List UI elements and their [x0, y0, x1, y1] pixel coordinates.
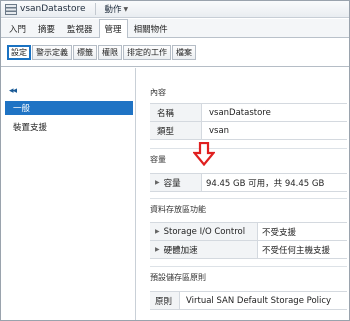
policy-value: Virtual SAN Default Storage Policy: [186, 295, 332, 306]
title-bar: vsanDatastore 動作 ▼: [1, 1, 349, 18]
capacity-label: 容量: [163, 178, 181, 189]
section-title-properties: 內容: [150, 88, 166, 97]
property-label: 類型: [150, 122, 202, 139]
property-value: vsanDatastore: [209, 107, 271, 118]
section-divider: [150, 266, 347, 267]
subtab-settings[interactable]: 設定: [7, 45, 31, 60]
chevron-down-icon: ▼: [123, 5, 129, 13]
expand-triangle-icon[interactable]: ▶: [155, 228, 160, 235]
main-tabs: 入門 摘要 監視器 管理 相關物件: [1, 19, 349, 38]
datastore-icon: [5, 3, 17, 15]
nav-item-general[interactable]: 一般: [5, 101, 133, 115]
policy-label: 原則: [150, 292, 180, 309]
capacity-row-label-cell: ▶ 容量: [150, 174, 202, 191]
section-title-default-policy: 預設儲存區原則: [150, 273, 206, 282]
tab-monitor[interactable]: 監視器: [61, 19, 99, 37]
settings-nav: ◂◂ 一般 裝置支援: [1, 68, 136, 320]
property-value: vsan: [209, 125, 230, 136]
capabilities-grid: ▶ Storage I/O Control 不受支援 ▶ 硬體加速 不受任何主機…: [150, 222, 347, 259]
down-arrow-icon: [193, 142, 215, 166]
tab-related-objects[interactable]: 相關物件: [128, 19, 174, 37]
capability-label: Storage I/O Control: [163, 226, 246, 237]
capability-label-cell: ▶ 硬體加速: [150, 241, 258, 258]
properties-grid: 名稱 vsanDatastore 類型 vsan: [150, 103, 347, 140]
actions-menu-button[interactable]: 動作 ▼: [105, 3, 129, 15]
capability-value: 不受支援: [262, 227, 297, 238]
section-divider: [150, 198, 347, 199]
capacity-value: 94.45 GB 可用，共 94.45 GB: [206, 178, 325, 189]
expand-triangle-icon[interactable]: ▶: [155, 179, 160, 186]
sub-tabs: 設定 警示定義 標籤 權限 排定的工作 檔案: [1, 39, 349, 67]
property-row-name: 名稱 vsanDatastore: [150, 104, 347, 122]
section-title-datastore-capabilities: 資料存放區功能: [150, 205, 206, 214]
expand-triangle-icon[interactable]: ▶: [155, 246, 160, 253]
subtab-alarm-definitions[interactable]: 警示定義: [32, 45, 72, 60]
capacity-row[interactable]: ▶ 容量 94.45 GB 可用，共 94.45 GB: [150, 174, 347, 192]
capability-label: 硬體加速: [163, 245, 198, 256]
nav-item-device-backing[interactable]: 裝置支援: [5, 120, 133, 134]
settings-content: 內容 名稱 vsanDatastore 類型 vsan 容量 ▶ 容量 94.4…: [137, 68, 349, 320]
policy-row: 原則 Virtual SAN Default Storage Policy: [150, 292, 347, 310]
collapse-panel-icon[interactable]: ◂◂: [9, 86, 17, 96]
property-row-type: 類型 vsan: [150, 122, 347, 140]
property-label: 名稱: [150, 104, 202, 121]
policy-grid: 原則 Virtual SAN Default Storage Policy: [150, 291, 347, 310]
window-title: vsanDatastore: [20, 4, 86, 14]
section-divider: [150, 148, 347, 149]
capability-label-cell: ▶ Storage I/O Control: [150, 223, 258, 240]
subtab-files[interactable]: 檔案: [172, 45, 196, 60]
subtab-permissions[interactable]: 權限: [98, 45, 122, 60]
actions-menu-label: 動作: [104, 5, 122, 15]
tab-manage[interactable]: 管理: [98, 19, 128, 38]
tab-getting-started[interactable]: 入門: [3, 19, 32, 37]
capability-row-hw-accel[interactable]: ▶ 硬體加速 不受任何主機支援: [150, 241, 347, 259]
title-separator: [94, 3, 96, 15]
capability-row-sioc[interactable]: ▶ Storage I/O Control 不受支援: [150, 223, 347, 241]
subtab-tags[interactable]: 標籤: [73, 45, 97, 60]
capability-value: 不受任何主機支援: [262, 245, 331, 256]
section-title-capacity: 容量: [150, 155, 166, 164]
capacity-grid: ▶ 容量 94.45 GB 可用，共 94.45 GB: [150, 173, 347, 192]
subtab-scheduled-tasks[interactable]: 排定的工作: [123, 45, 171, 60]
tab-summary[interactable]: 摘要: [32, 19, 61, 37]
